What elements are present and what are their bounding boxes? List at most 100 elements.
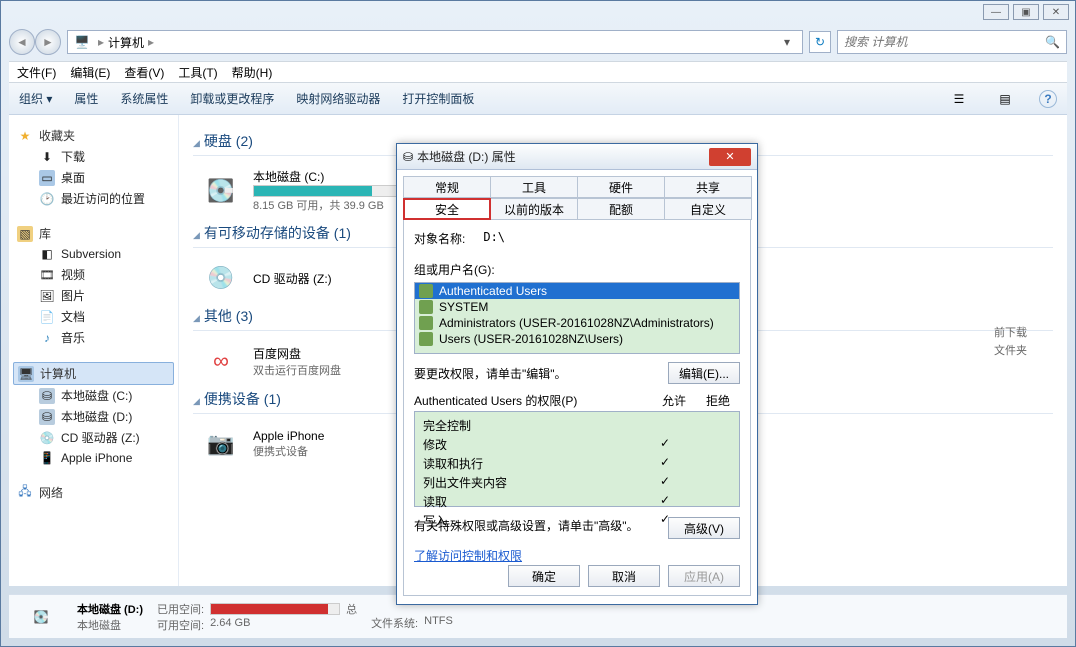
sidebar-item-pictures[interactable]: 🖼图片 (13, 285, 174, 306)
tab-安全[interactable]: 安全 (403, 198, 491, 220)
sidebar-item-drive-c[interactable]: ⛁本地磁盘 (C:) (13, 385, 174, 406)
organize-button[interactable]: 组织 ▾ (19, 90, 52, 107)
sysprops-button[interactable]: 系统属性 (120, 90, 168, 107)
sidebar-favorites[interactable]: 收藏夹 (39, 127, 75, 144)
tab-常规[interactable]: 常规 (403, 176, 491, 198)
menu-view[interactable]: 查看(V) (124, 64, 164, 81)
view-mode-icon[interactable]: ☰ (947, 89, 971, 109)
refresh-button[interactable]: ↻ (809, 31, 831, 53)
tab-以前的版本[interactable]: 以前的版本 (490, 198, 578, 220)
menu-help[interactable]: 帮助(H) (232, 64, 273, 81)
phone-icon: 📱 (39, 450, 55, 466)
minimize-button[interactable]: — (983, 4, 1009, 20)
permission-list[interactable]: 完全控制修改✓读取和执行✓列出文件夹内容✓读取✓写入✓ (414, 411, 740, 507)
nav-forward-button[interactable]: ► (35, 29, 61, 55)
sidebar-item-subversion[interactable]: ◧Subversion (13, 244, 174, 264)
computer-icon: 🖥️ (74, 34, 90, 50)
user-icon (419, 332, 433, 346)
drive-c-usage-bar (253, 185, 403, 197)
drive-icon: ⛁ (39, 388, 55, 404)
sidebar-item-cd-z[interactable]: 💿CD 驱动器 (Z:) (13, 427, 174, 448)
menu-edit[interactable]: 编辑(E) (70, 64, 110, 81)
explorer-window: — ▣ ✕ ◄ ► 🖥️ ▸ 计算机 ▸ ▾ ↻ 🔍 文件(F) 编辑(E) 查… (0, 0, 1076, 647)
drive-icon: ⛁ (39, 409, 55, 425)
user-row[interactable]: Users (USER-20161028NZ\Users) (415, 331, 739, 347)
uninstall-button[interactable]: 卸载或更改程序 (190, 90, 274, 107)
search-input[interactable] (844, 35, 1045, 49)
close-button[interactable]: ✕ (1043, 4, 1069, 20)
sidebar-item-iphone[interactable]: 📱Apple iPhone (13, 448, 174, 468)
perm-header: Authenticated Users 的权限(P) (414, 392, 652, 409)
address-dropdown-icon[interactable]: ▾ (778, 35, 796, 49)
video-icon: 🎞 (39, 267, 55, 283)
user-row[interactable]: SYSTEM (415, 299, 739, 315)
phone-icon: 📷 (199, 426, 243, 462)
sidebar-libraries[interactable]: 库 (39, 225, 51, 242)
properties-button[interactable]: 属性 (74, 90, 98, 107)
tab-共享[interactable]: 共享 (664, 176, 752, 198)
sidebar-network[interactable]: 网络 (39, 484, 63, 501)
apply-button[interactable]: 应用(A) (668, 565, 740, 587)
nav-back-button[interactable]: ◄ (9, 29, 35, 55)
desktop-icon: ▭ (39, 170, 55, 186)
sidebar-item-recent[interactable]: 🕑最近访问的位置 (13, 188, 174, 209)
free-label: 可用空间: (157, 617, 204, 633)
free-value: 2.64 GB (210, 617, 250, 633)
search-icon[interactable]: 🔍 (1045, 35, 1060, 49)
help-icon[interactable]: ? (1039, 90, 1057, 108)
sidebar-item-documents[interactable]: 📄文档 (13, 306, 174, 327)
sidebar-computer[interactable]: 计算机 (40, 365, 76, 382)
menu-tools[interactable]: 工具(T) (178, 64, 217, 81)
advanced-hint: 有关特殊权限或高级设置，请单击"高级"。 (414, 517, 660, 534)
user-row[interactable]: Authenticated Users (415, 283, 739, 299)
edit-button[interactable]: 编辑(E)... (668, 362, 740, 384)
star-icon: ★ (17, 128, 33, 144)
cancel-button[interactable]: 取消 (588, 565, 660, 587)
sidebar-item-drive-d[interactable]: ⛁本地磁盘 (D:) (13, 406, 174, 427)
fs-label: 文件系统: (371, 615, 418, 631)
iphone-label: Apple iPhone (253, 429, 324, 443)
drive-icon: 💽 (199, 173, 243, 209)
sidebar-item-downloads[interactable]: ⬇下载 (13, 146, 174, 167)
preview-pane-icon[interactable]: ▤ (993, 89, 1017, 109)
tab-工具[interactable]: 工具 (490, 176, 578, 198)
dialog-close-button[interactable]: ✕ (709, 148, 751, 166)
user-list[interactable]: Authenticated UsersSYSTEMAdministrators … (414, 282, 740, 354)
drive-icon: ⛁ (403, 150, 413, 164)
learn-link[interactable]: 了解访问控制和权限 (414, 547, 522, 564)
advanced-button[interactable]: 高级(V) (668, 517, 740, 539)
user-row[interactable]: Administrators (USER-20161028NZ\Administ… (415, 315, 739, 331)
tab-配额[interactable]: 配额 (577, 198, 665, 220)
drive-icon: 💽 (19, 601, 63, 633)
breadcrumb-computer[interactable]: 计算机 (108, 34, 144, 51)
library-icon: ▧ (17, 226, 33, 242)
status-drive-type: 本地磁盘 (77, 617, 143, 633)
address-bar[interactable]: 🖥️ ▸ 计算机 ▸ ▾ (67, 30, 803, 54)
mapdrive-button[interactable]: 映射网络驱动器 (296, 90, 380, 107)
deny-header: 拒绝 (696, 392, 740, 409)
tab-硬件[interactable]: 硬件 (577, 176, 665, 198)
baidu-label: 百度网盘 (253, 345, 341, 362)
tab-自定义[interactable]: 自定义 (664, 198, 752, 220)
cd-icon: 💿 (39, 430, 55, 446)
permission-row: 修改✓ (423, 435, 731, 454)
sidebar-item-videos[interactable]: 🎞视频 (13, 264, 174, 285)
menu-file[interactable]: 文件(F) (17, 64, 56, 81)
used-label: 已用空间: (157, 601, 204, 617)
cd-drive-label: CD 驱动器 (Z:) (253, 270, 332, 287)
status-drive-name: 本地磁盘 (D:) (77, 604, 143, 616)
object-value: D:\ (483, 230, 505, 251)
toolbar: 组织 ▾ 属性 系统属性 卸载或更改程序 映射网络驱动器 打开控制面板 ☰ ▤ … (9, 83, 1067, 115)
users-label: 组或用户名(G): (414, 261, 740, 278)
controlpanel-button[interactable]: 打开控制面板 (402, 90, 474, 107)
search-box[interactable]: 🔍 (837, 30, 1067, 54)
dialog-title: 本地磁盘 (D:) 属性 (417, 148, 709, 165)
fs-value: NTFS (424, 615, 453, 631)
crumb-sep-icon: ▸ (148, 35, 154, 49)
ok-button[interactable]: 确定 (508, 565, 580, 587)
music-icon: ♪ (39, 330, 55, 346)
navigation-pane: ★ 收藏夹 ⬇下载 ▭桌面 🕑最近访问的位置 ▧ 库 ◧Subversion 🎞视频… (9, 115, 179, 586)
maximize-button[interactable]: ▣ (1013, 4, 1039, 20)
sidebar-item-desktop[interactable]: ▭桌面 (13, 167, 174, 188)
sidebar-item-music[interactable]: ♪音乐 (13, 327, 174, 348)
